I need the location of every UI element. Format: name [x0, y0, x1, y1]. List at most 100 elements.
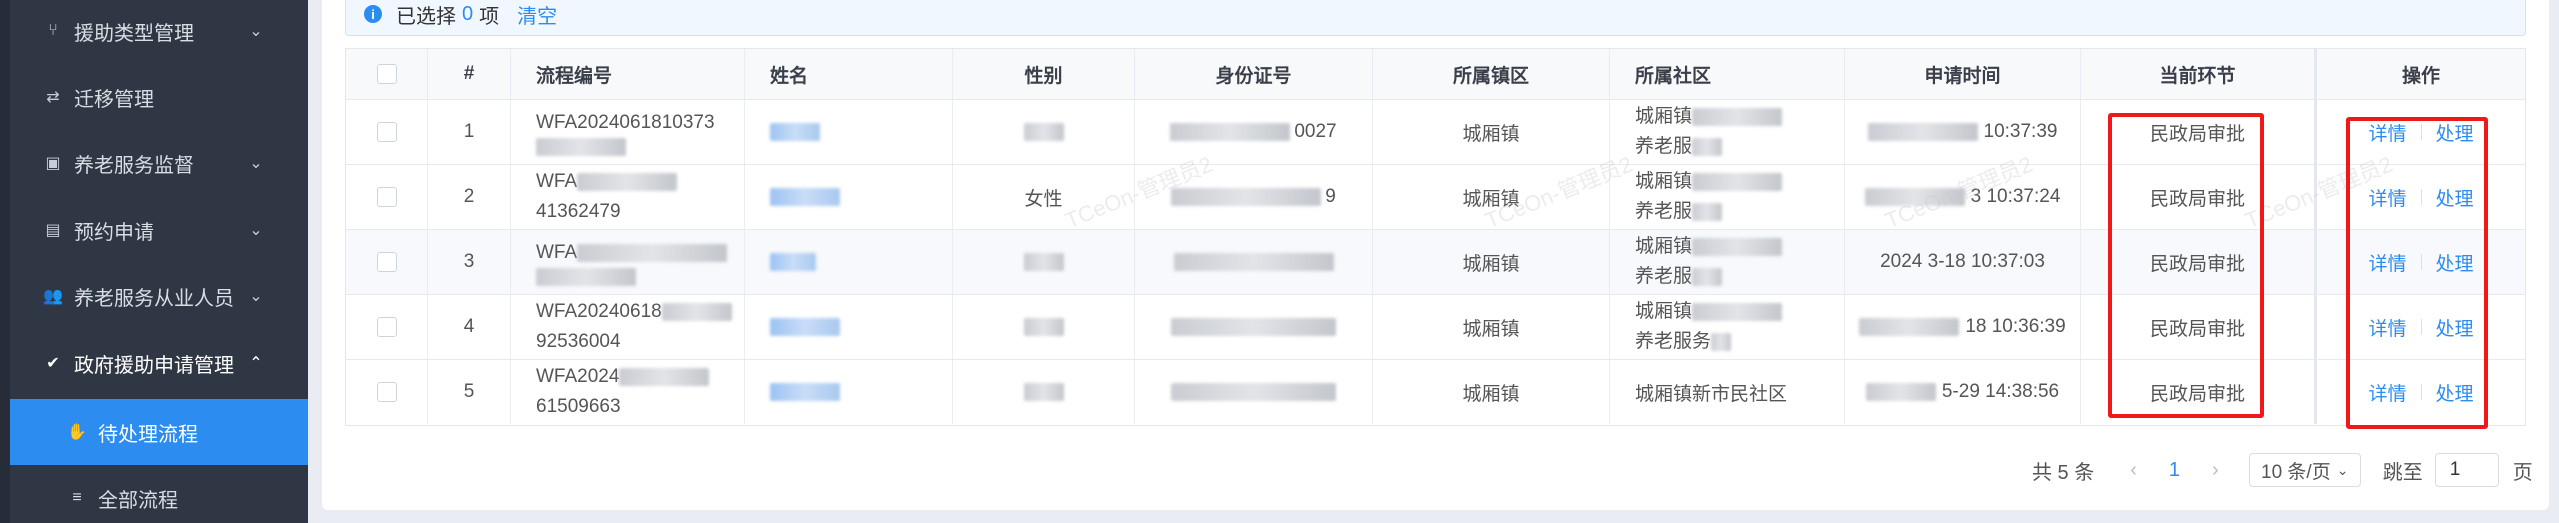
row-select-cell: [346, 230, 428, 294]
chevron-down-icon: ⌄: [249, 288, 263, 305]
flow-number-line2: 92536004: [536, 331, 621, 352]
flow-number: WFA2024: [536, 366, 620, 387]
redacted-text: [1692, 237, 1783, 256]
transfer-icon: ⇄: [46, 89, 60, 106]
table-row: 4 WFA20240618 92536004 城厢镇 城厢镇 养老服务 18 1…: [346, 294, 2525, 359]
redacted-name: [770, 318, 840, 336]
flow-number-cell: WFA2024 61509663: [511, 360, 745, 424]
redacted-text: [1711, 332, 1732, 351]
redacted-text: [1692, 107, 1783, 126]
handle-link[interactable]: 处理: [2436, 314, 2474, 341]
stage-cell: 民政局审批: [2081, 100, 2317, 164]
community-line: 城厢镇: [1635, 102, 1783, 132]
column-header: 所属社区: [1610, 49, 1845, 99]
handle-link[interactable]: 处理: [2436, 184, 2474, 211]
community-line: 养老服务: [1635, 327, 1732, 357]
row-index: 2: [428, 165, 511, 229]
redacted-text: [1692, 202, 1723, 221]
sidebar: ⑂ 援助类型管理 ⌄ ⇄ 迁移管理 ▣ 养老服务监督 ⌄ ▤ 预约申请 ⌄ 👥 …: [0, 0, 308, 523]
redacted-date: [1865, 383, 1936, 401]
community-text: 城厢镇: [1635, 106, 1693, 127]
sidebar-subitem-label: 全部流程: [98, 489, 178, 512]
detail-link[interactable]: 详情: [2368, 119, 2406, 146]
calendar-icon: ▤: [45, 222, 61, 239]
sidebar-item-service-supervision[interactable]: ▣ 养老服务监督 ⌄: [0, 130, 308, 196]
sidebar-item-appointment[interactable]: ▤ 预约申请 ⌄: [0, 197, 308, 263]
chevron-down-icon: ⌄: [249, 155, 263, 172]
list-icon: ≡: [72, 489, 82, 506]
flow-number: WFA20240618: [536, 301, 662, 322]
row-checkbox[interactable]: [376, 252, 397, 272]
row-index: 3: [428, 230, 511, 294]
handle-link[interactable]: 处理: [2436, 119, 2474, 146]
redacted-text: [1692, 172, 1783, 191]
select-all-checkbox[interactable]: [376, 64, 397, 84]
prev-page-button[interactable]: ‹: [2130, 459, 2137, 482]
sidebar-item-migration[interactable]: ⇄ 迁移管理: [0, 64, 308, 130]
community-line: 城厢镇: [1635, 232, 1783, 262]
flow-number: WFA: [536, 242, 578, 263]
community-cell: 城厢镇 养老服务: [1610, 295, 1845, 359]
table-row: 3 WFA 城厢镇 城厢镇 养老服 2024 3-18 10:37:03 民政局…: [346, 229, 2525, 294]
row-checkbox[interactable]: [376, 382, 397, 402]
jump-page-input[interactable]: [2434, 453, 2499, 487]
name-cell: [745, 100, 953, 164]
row-checkbox[interactable]: [376, 187, 397, 207]
row-index: 4: [428, 295, 511, 359]
next-page-button[interactable]: ›: [2212, 459, 2219, 482]
row-checkbox[interactable]: [376, 317, 397, 337]
apply-time-cell: 2024 3-18 10:37:03: [1845, 230, 2081, 294]
redacted-date: [1859, 318, 1960, 336]
table-header: # 流程编号 姓名 性别 身份证号 所属镇区 所属社区 申请时间 当前环节 操作: [346, 49, 2525, 99]
sidebar-item-service-staff[interactable]: 👥 养老服务从业人员 ⌄: [0, 263, 308, 329]
column-header: 姓名: [745, 49, 953, 99]
row-select-cell: [346, 165, 428, 229]
action-divider: [2420, 124, 2422, 140]
page-number-button[interactable]: 1: [2169, 459, 2180, 482]
gender-cell: [953, 230, 1135, 294]
apply-time: 18 10:36:39: [1965, 316, 2066, 337]
sidebar-item-aid-type[interactable]: ⑂ 援助类型管理 ⌄: [0, 0, 308, 64]
flow-number-line: WFA2024: [536, 362, 710, 392]
redacted-text: [619, 367, 710, 386]
detail-link[interactable]: 详情: [2368, 314, 2406, 341]
id-number-cell: 0027: [1135, 100, 1373, 164]
table-row: 2 WFA 41362479 女性 9 城厢镇 城厢镇 养老服 3 10:37:…: [346, 164, 2525, 229]
detail-link[interactable]: 详情: [2368, 379, 2406, 406]
action-divider: [2420, 319, 2422, 335]
community-text: 养老服务: [1635, 331, 1712, 352]
redacted-id: [1170, 123, 1291, 141]
redacted-text: [536, 268, 636, 286]
apply-time-cell: 5-29 14:38:56: [1845, 360, 2081, 424]
name-cell: [745, 360, 953, 424]
apply-time: 5-29 14:38:56: [1941, 381, 2060, 402]
gender-cell: [953, 295, 1135, 359]
sidebar-subitem-pending[interactable]: ✋ 待处理流程: [10, 399, 308, 465]
sidebar-item-gov-aid[interactable]: ✔ 政府援助申请管理 ⌃: [0, 330, 308, 396]
clear-selection-link[interactable]: 清空: [517, 0, 557, 29]
sidebar-subitem-all[interactable]: ≡ 全部流程: [10, 465, 308, 523]
community-line: 城厢镇: [1635, 297, 1783, 327]
people-icon: 👥: [43, 288, 63, 305]
apply-time: 10:37:39: [1983, 121, 2058, 142]
handle-link[interactable]: 处理: [2436, 249, 2474, 276]
pagination: 共 5 条 ‹ 1 › 10 条/页 ⌄ 跳至 页: [2032, 452, 2533, 488]
id-number-tail: 0027: [1294, 121, 1337, 142]
total-count: 共 5 条: [2032, 461, 2095, 484]
row-checkbox[interactable]: [376, 122, 397, 142]
redacted-gender: [1023, 253, 1064, 271]
page-suffix: 页: [2512, 461, 2533, 484]
detail-link[interactable]: 详情: [2368, 184, 2406, 211]
name-cell: [745, 230, 953, 294]
column-header: #: [428, 49, 511, 99]
redacted-id: [1171, 318, 1336, 336]
table-row: 1 WFA2024061810373 0027 城厢镇 城厢镇 养老服 10:3…: [346, 99, 2525, 164]
page-size-select[interactable]: 10 条/页 ⌄: [2248, 453, 2361, 487]
community-cell: 城厢镇 养老服: [1610, 165, 1845, 229]
flow-number-line2: 61509663: [536, 396, 621, 417]
redacted-id: [1171, 383, 1336, 401]
row-index: 1: [428, 100, 511, 164]
handle-link[interactable]: 处理: [2436, 379, 2474, 406]
detail-link[interactable]: 详情: [2368, 249, 2406, 276]
sidebar-item-label: 预约申请: [74, 221, 154, 244]
